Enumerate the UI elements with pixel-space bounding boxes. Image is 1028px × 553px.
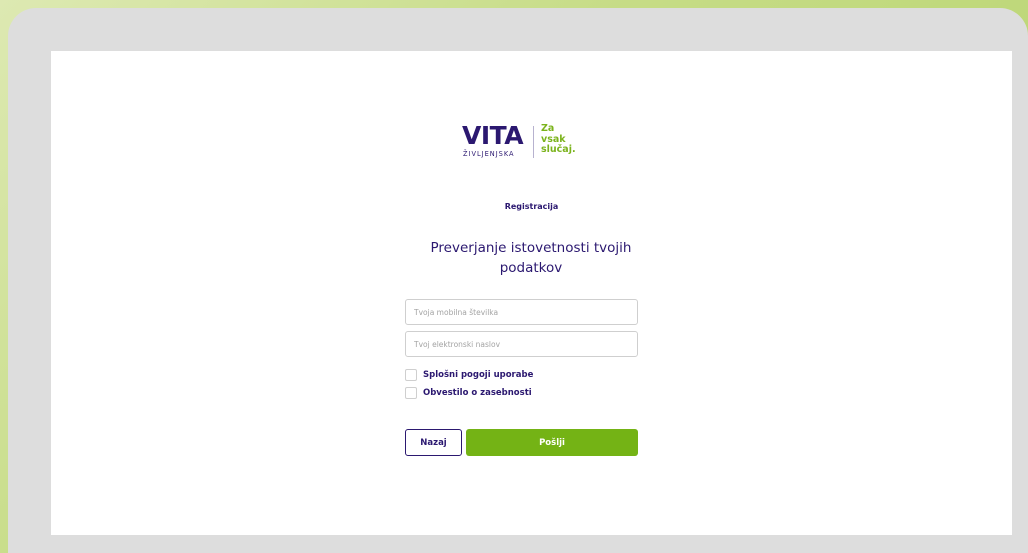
- mobile-number-input[interactable]: [405, 299, 638, 325]
- logo-tagline-line-3: slučaj.: [541, 144, 576, 155]
- back-button[interactable]: Nazaj: [405, 429, 462, 456]
- email-input[interactable]: [405, 331, 638, 357]
- logo-subtitle: ŽIVLJENJSKA: [463, 150, 515, 158]
- vita-logo: VITA ŽIVLJENJSKA Za vsak slučaj.: [462, 123, 612, 163]
- page-title: Preverjanje istovetnosti tvojih podatkov: [430, 240, 632, 276]
- privacy-label[interactable]: Obvestilo o zasebnosti: [423, 388, 532, 398]
- logo-brand-text: VITA: [462, 121, 524, 150]
- privacy-checkbox[interactable]: [405, 387, 417, 399]
- terms-checkbox-row[interactable]: Splošni pogoji uporabe: [405, 368, 533, 382]
- logo-tagline-line-1: Za: [541, 123, 555, 134]
- terms-label[interactable]: Splošni pogoji uporabe: [423, 370, 533, 380]
- submit-button[interactable]: Pošlji: [466, 429, 638, 456]
- device-frame: VITA ŽIVLJENJSKA Za vsak slučaj. Registr…: [8, 8, 1028, 553]
- logo-divider: [533, 126, 534, 158]
- terms-checkbox[interactable]: [405, 369, 417, 381]
- logo-tagline: Za vsak slučaj.: [541, 123, 576, 156]
- registration-page: VITA ŽIVLJENJSKA Za vsak slučaj. Registr…: [51, 51, 1012, 535]
- privacy-checkbox-row[interactable]: Obvestilo o zasebnosti: [405, 386, 532, 400]
- section-label: Registracija: [504, 202, 559, 211]
